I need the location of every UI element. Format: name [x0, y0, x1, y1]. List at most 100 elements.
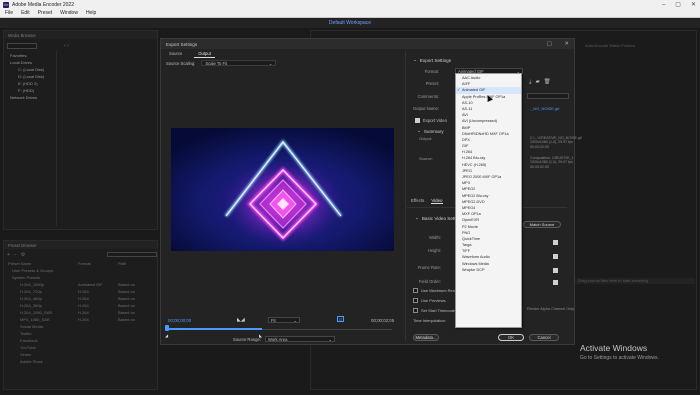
media-browser-path[interactable]	[7, 43, 37, 49]
tree-item[interactable]: E: (HDD 2)	[6, 80, 56, 87]
start-timecode-row: Set Start Timecode	[413, 308, 455, 313]
table-row[interactable]: Vimeo	[4, 351, 154, 358]
source-summary: Composition, CREATIVE_1 1920x1080 (1.0),…	[530, 156, 574, 169]
nav-arrows-icon[interactable]: ‹ ›	[64, 43, 69, 49]
start-timecode-checkbox[interactable]	[413, 308, 418, 313]
tree-item[interactable]: Local Drives	[6, 59, 56, 66]
metadata-button[interactable]: Metadata...	[413, 334, 439, 341]
chevron-down-icon: ⌄	[268, 60, 273, 66]
add-preset-icon[interactable]: +	[7, 252, 10, 258]
timecode-out[interactable]: 00;00;02;05	[371, 318, 394, 323]
fieldorder-match-checkbox[interactable]	[553, 280, 558, 285]
ok-button[interactable]: OK	[498, 334, 524, 341]
minimize-button[interactable]: –	[662, 2, 665, 8]
tab-effects[interactable]: Effects	[411, 198, 424, 204]
tree-item[interactable]: Network Drives	[6, 94, 56, 101]
tree-item[interactable]: C: (Local Disk)	[6, 66, 56, 73]
tab-output[interactable]: Output	[194, 50, 215, 58]
format-option-label: MPEG2 Blu-ray	[462, 193, 489, 198]
framerate-match-checkbox[interactable]	[553, 268, 558, 273]
preset-format-cell: H.264	[78, 289, 89, 294]
playhead-handle[interactable]	[165, 325, 169, 331]
output-name-row: Output Name:	[405, 106, 439, 111]
settings-icon[interactable]: ⚙	[21, 252, 25, 258]
table-row[interactable]: MP4_1080_SAR H.264 Based on	[4, 316, 154, 323]
match-source-button[interactable]: Match Source	[523, 221, 561, 228]
table-row[interactable]: Preset Name Format Path	[4, 260, 154, 267]
menu-edit[interactable]: Edit	[21, 10, 30, 16]
export-video-checkbox[interactable]	[415, 118, 420, 123]
table-row[interactable]: H.264_1080p Animated GIF Based on	[4, 281, 154, 288]
table-row[interactable]: User Presets & Groups	[4, 267, 154, 274]
max-render-checkbox[interactable]	[413, 288, 418, 293]
menu-file[interactable]: File	[5, 10, 13, 16]
table-row[interactable]: H.264_720p H.264 Based on	[4, 288, 154, 295]
in-marker-icon[interactable]: ◢	[165, 333, 168, 338]
tab-video[interactable]: Video	[431, 198, 443, 204]
dialog-close-icon[interactable]: ✕	[564, 39, 569, 49]
settings-tabs: Effects Video	[411, 198, 443, 204]
chevron-down-icon: ⌄	[413, 57, 417, 62]
comments-input[interactable]	[527, 93, 569, 99]
preset-name-cell: H.264_480p	[20, 296, 42, 301]
format-option-label: DPX	[462, 137, 470, 142]
table-row[interactable]: Facebook	[4, 337, 154, 344]
menu-help[interactable]: Help	[86, 10, 96, 16]
width-match-checkbox[interactable]	[553, 240, 558, 245]
preset-format-cell: H.264	[78, 310, 89, 315]
source-line: 00;00;02;05	[530, 164, 549, 169]
aspect-toggle-icon[interactable]: ⊡	[337, 316, 344, 322]
format-option-label: JPEG 2000 MXF OP1a	[462, 175, 502, 179]
preset-path-cell: Based on	[118, 317, 135, 322]
export-settings-section[interactable]: ⌄ Export Settings	[413, 57, 451, 63]
save-preset-icon[interactable]: ⤓	[529, 79, 531, 86]
table-row[interactable]: Social Media	[4, 323, 154, 330]
table-row[interactable]: Twitter	[4, 330, 154, 337]
fit-select[interactable]: Fit ⌄	[268, 317, 300, 323]
start-timecode-label: Set Start Timecode	[421, 308, 456, 313]
watch-folder-hint: Auto-Encode Watch Folders	[585, 43, 635, 48]
tab-source[interactable]: Source	[165, 50, 186, 58]
menu-window[interactable]: Window	[60, 10, 78, 16]
source-scaling-select[interactable]: Scale To Fit ⌄	[201, 60, 277, 66]
tree-item[interactable]: F: (HDD)	[6, 87, 56, 94]
preset-path-cell: Based on	[118, 296, 135, 301]
preset-name-cell: Preset Name	[8, 261, 32, 266]
work-area-bar[interactable]	[167, 328, 262, 330]
preset-name-cell: System Presets	[12, 275, 41, 280]
set-in-point-icon[interactable]: ◣◢	[237, 317, 245, 323]
tree-item[interactable]: D: (Local Disk)	[6, 73, 56, 80]
table-row[interactable]: H.264_1080_SAR H.264 Based on	[4, 309, 154, 316]
remove-preset-icon[interactable]: −	[14, 252, 17, 258]
cancel-button[interactable]: Cancel	[529, 334, 559, 341]
preset-name-cell: H.264_360p	[20, 303, 42, 308]
format-option-label: AS-10	[462, 100, 473, 105]
timecode-in[interactable]: 00;00;00;00	[168, 318, 191, 323]
table-row[interactable]: H.264_360p H.264 Based on	[4, 302, 154, 309]
preset-search-input[interactable]	[107, 252, 157, 257]
height-match-checkbox[interactable]	[553, 254, 558, 259]
tree-item[interactable]: Favorites	[6, 52, 56, 59]
preset-name-cell: Social Media	[20, 324, 43, 329]
format-option[interactable]: Wraptor DCP	[456, 267, 521, 273]
menu-preset[interactable]: Preset	[38, 10, 52, 16]
media-browser-panel: Media Browser ‹ › Favorites Local Drives…	[3, 30, 158, 230]
table-row[interactable]: Adobe Stock	[4, 358, 154, 365]
table-row[interactable]: H.264_480p H.264 Based on	[4, 295, 154, 302]
summary-section[interactable]: ⌄ Summary	[417, 128, 444, 134]
table-row[interactable]: YouTube	[4, 344, 154, 351]
delete-preset-icon[interactable]: 🗑	[544, 79, 551, 86]
dialog-maximize-icon[interactable]: ▢	[547, 39, 552, 49]
use-previews-checkbox[interactable]	[413, 298, 418, 303]
table-row[interactable]: System Presets	[4, 274, 154, 281]
export-video-row: Export Video	[415, 118, 447, 123]
panel-divider	[56, 51, 57, 226]
field-order-label: Field Order:	[418, 279, 441, 284]
close-window-button[interactable]: ✕	[691, 1, 696, 8]
source-range-select[interactable]: Work Area ⌄	[264, 336, 335, 342]
maximize-button[interactable]: ▢	[675, 1, 681, 8]
workspace-label[interactable]: Default Workspace	[329, 20, 371, 26]
output-name-link[interactable]: …_NO_NOISE.gif	[527, 106, 559, 111]
import-preset-icon[interactable]: ▰	[535, 79, 539, 86]
preset-path-cell: Based on	[118, 310, 135, 315]
